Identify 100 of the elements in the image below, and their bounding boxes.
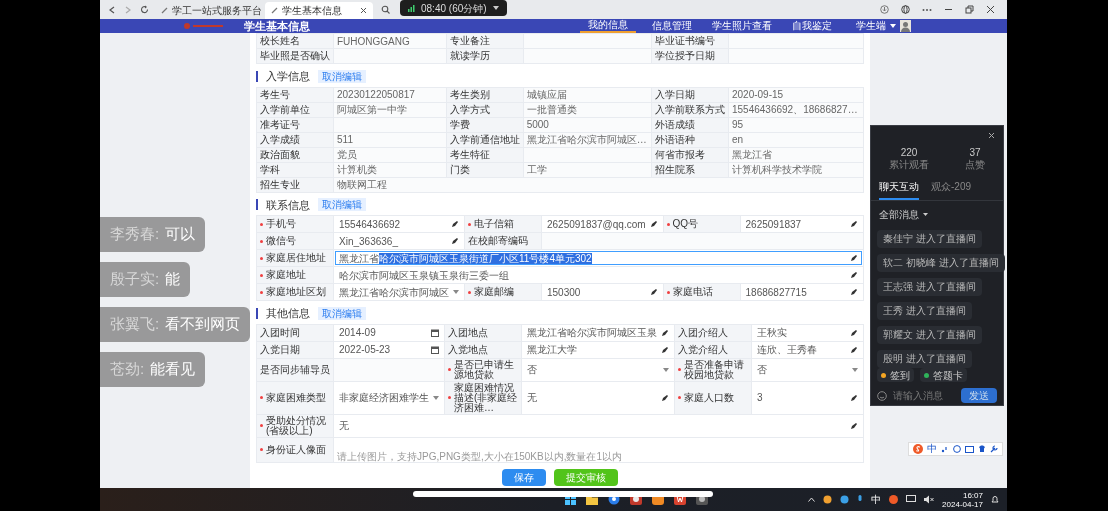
field-label: QQ号 — [672, 219, 699, 229]
field-label: 是否准备申请校园地贷款 — [684, 359, 745, 380]
page-title: 学生基本信息 — [244, 20, 310, 32]
message-text: 看不到网页 — [165, 314, 241, 335]
field-label: 入学前通信地址 — [449, 134, 520, 145]
table-cell: 95 — [729, 117, 863, 132]
filter-dropdown[interactable]: 全部消息 — [871, 207, 936, 222]
field-label: 学位授予日期 — [655, 51, 715, 61]
sender-name: 殷子实: — [110, 269, 160, 290]
field-label: 外语语种 — [655, 134, 695, 145]
field-label: 入党地点 — [448, 344, 488, 355]
sender-name: 张翼飞: — [110, 314, 160, 335]
stat-value: 37 — [969, 147, 981, 159]
send-button[interactable]: 发送 — [961, 388, 997, 403]
table-cell: 计算机科学技术学院 — [729, 162, 863, 177]
field-label: 入团介绍人 — [678, 327, 728, 338]
table-cell: FUHONGGANG — [334, 34, 446, 48]
table-cell: 城镇应届 — [523, 87, 651, 102]
table-cell: 黑龙江省 — [729, 147, 863, 162]
field-label: 外语成绩 — [655, 119, 695, 130]
field-label: 身份证人像面 — [266, 444, 326, 455]
chat-message: 王秀 进入了直播间 — [877, 302, 972, 320]
field-label: 专业备注 — [449, 36, 490, 46]
field-label: 微信号 — [266, 236, 296, 246]
table-cell: 511 — [334, 132, 446, 147]
panel-button[interactable]: 签到 — [877, 368, 914, 382]
field-label: 入团时间 — [260, 327, 300, 338]
field-label: 手机号 — [266, 219, 296, 229]
input-field[interactable]: 黑龙江省哈尔滨市阿城区玉泉街道厂小区11号楼4单元302 — [335, 251, 862, 265]
stat-label: 累计观看 — [889, 159, 929, 171]
browser-tab[interactable]: 学生基本信息 — [265, 2, 373, 19]
field-label: 家庭电话 — [672, 287, 713, 297]
recording-time: 08:40 (60分钟) — [421, 1, 487, 16]
field-label: 入学前联系方式 — [655, 104, 725, 115]
table-cell: 阿城区第一中学 — [334, 102, 446, 117]
table-cell: 黑龙江省哈尔滨市阿城区… — [523, 132, 651, 147]
field-label: 是否同步辅导员 — [260, 364, 330, 375]
field-label: 家庭地址 — [266, 270, 306, 280]
chat-message: 秦佳宁 进入了直播间 — [877, 230, 982, 248]
field-label: 受助处分情况(省级以上) — [266, 415, 327, 436]
panel-tab[interactable]: 观众-209 — [931, 179, 971, 200]
nav-link[interactable]: 自我鉴定 — [788, 19, 836, 33]
field-label: 家庭居住地址 — [266, 253, 326, 263]
table-cell: 工学 — [523, 162, 651, 177]
section-title: 入学信息 — [266, 69, 310, 84]
cancel-edit-link[interactable]: 取消编辑 — [318, 198, 366, 212]
field-label: 家庭地址区划 — [266, 287, 326, 297]
field-label: 准考证号 — [260, 119, 300, 130]
field-label: 考生类别 — [449, 89, 490, 100]
nav-link[interactable]: 信息管理 — [648, 19, 696, 33]
field-label: 家庭邮编 — [474, 287, 514, 297]
field-label: 家庭困难类型 — [266, 392, 326, 403]
message-text: 能 — [165, 269, 181, 290]
message-text: 可以 — [165, 224, 196, 245]
stat-label: 点赞 — [965, 159, 985, 171]
field-label: 家庭人口数 — [684, 392, 734, 403]
field-label: 是否已申请生源地贷款 — [454, 359, 515, 380]
field-label: 家庭困难情况描述(非家庭经济困难… — [454, 382, 518, 413]
field-label: 入学日期 — [655, 89, 695, 100]
table-cell: en — [729, 132, 863, 147]
field-label: 招生专业 — [260, 179, 300, 190]
field-label: 政治面貌 — [260, 149, 300, 160]
field-label: 就读学历 — [449, 51, 490, 61]
table-cell: 5000 — [523, 117, 651, 132]
section-title: 联系信息 — [266, 197, 310, 213]
field-label: 学费 — [449, 119, 470, 130]
panel-tab[interactable]: 聊天互动 — [879, 179, 919, 200]
cancel-edit-link[interactable]: 取消编辑 — [318, 69, 366, 83]
panel-button[interactable]: 答题卡 — [920, 368, 967, 382]
table-cell: 党员 — [334, 147, 446, 162]
field-label: 考生号 — [260, 89, 290, 100]
ime-mode[interactable]: 中 — [927, 444, 937, 454]
sender-name: 李秀春: — [110, 224, 160, 245]
nav-link[interactable]: 学生照片查看 — [708, 19, 776, 33]
user-name[interactable]: 学生端 — [856, 21, 886, 31]
chat-message: 王志强 进入了直播间 — [877, 278, 982, 296]
field-label: 毕业证书编号 — [655, 36, 715, 46]
clock-date: 2024-04-17 — [942, 499, 983, 509]
field-label: 入学方式 — [449, 104, 490, 115]
field-label: 校长姓名 — [260, 36, 300, 46]
ime-indicator[interactable]: 中 — [871, 494, 882, 505]
stat-value: 220 — [900, 147, 918, 159]
field-label: 入党介绍人 — [678, 344, 728, 355]
table-cell: 一批普通类 — [523, 102, 651, 117]
message-input[interactable]: 请输入消息 — [893, 388, 955, 403]
table-cell: 20230122050817 — [334, 87, 446, 102]
message-text: 能看见 — [150, 359, 196, 380]
table-cell: 计算机类 — [334, 162, 446, 177]
chat-message: 殷明 进入了直播间 — [877, 350, 972, 368]
cancel-edit-link[interactable]: 取消编辑 — [318, 306, 366, 320]
table-cell: 15546436692、18686827… — [729, 102, 863, 117]
field-label: 电子信箱 — [474, 219, 514, 229]
clock-time: 16:07 — [962, 490, 983, 500]
field-label: 入党日期 — [260, 344, 300, 355]
sender-name: 苍劲: — [110, 359, 145, 380]
table-cell: 2020-09-15 — [729, 87, 863, 102]
chat-message: 软二 初晓峰 进入了直播间 — [877, 254, 1005, 272]
chat-message: 郭耀文 进入了直播间 — [877, 326, 982, 344]
field-label: 入学前单位 — [260, 104, 310, 115]
field-label: 考生特征 — [449, 149, 490, 160]
